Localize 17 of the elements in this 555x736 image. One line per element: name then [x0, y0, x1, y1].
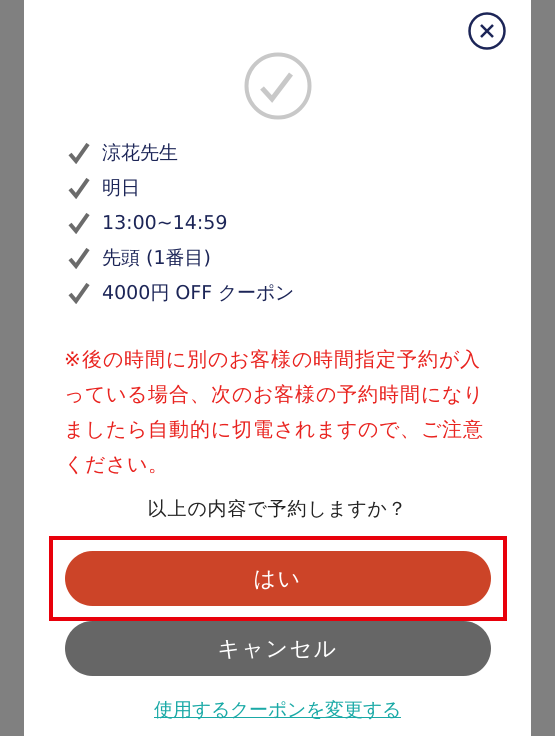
summary-item: 涼花先生: [102, 141, 178, 166]
check-icon: [68, 282, 90, 304]
confirm-question: 以上の内容で予約しますか？: [148, 497, 408, 522]
warning-text: ※後の時間に別のお客様の時間指定予約が入っている場合、次のお客様の予約時間になりましたら自動的に切電されますので、ご注意ください。: [63, 346, 485, 478]
summary-item: 明日: [102, 176, 140, 201]
check-icon: [68, 212, 90, 234]
check-circle-icon: [244, 52, 312, 120]
check-icon: [68, 177, 90, 199]
cancel-button[interactable]: キャンセル: [64, 621, 490, 676]
close-button[interactable]: [468, 12, 506, 50]
yes-button[interactable]: はい: [64, 551, 490, 606]
check-icon: [68, 247, 90, 269]
summary-item: 先頭 (1番目): [102, 246, 211, 271]
summary-item: 13:00~14:59: [102, 212, 228, 234]
summary-item: 4000円 OFF クーポン: [102, 281, 294, 306]
check-icon: [68, 142, 90, 164]
change-coupon-link[interactable]: 使用するクーポンを変更する: [154, 697, 401, 723]
